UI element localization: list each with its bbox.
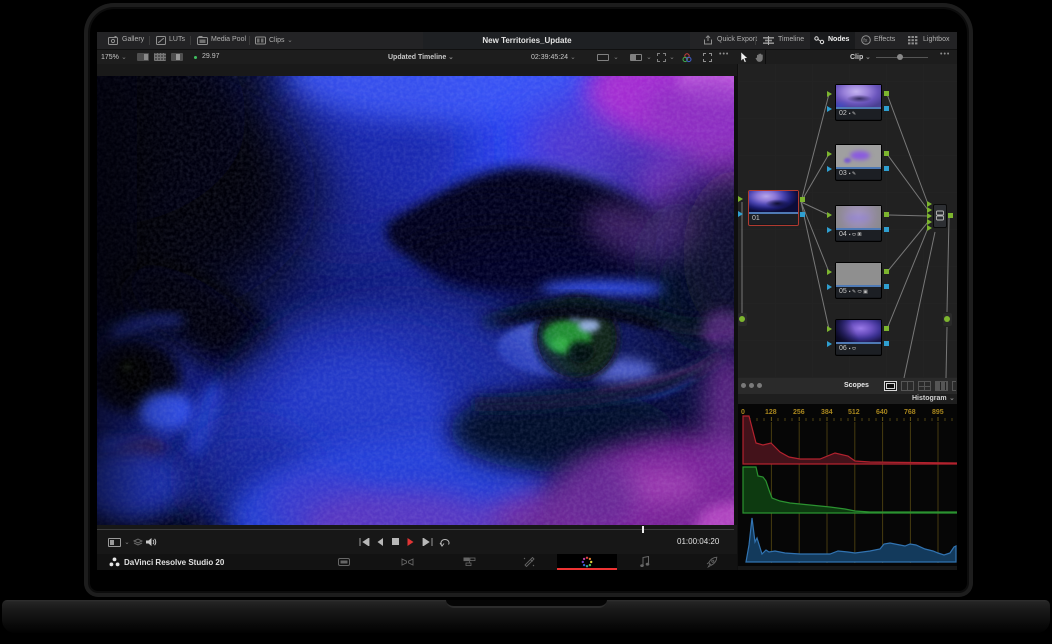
- svg-text:640: 640: [876, 409, 888, 416]
- svg-text:256: 256: [793, 409, 805, 416]
- svg-text:768: 768: [904, 409, 916, 416]
- svg-text:128: 128: [765, 409, 777, 416]
- svg-text:fx: fx: [863, 38, 868, 44]
- svg-text:512: 512: [848, 409, 860, 416]
- svg-text:0: 0: [741, 409, 745, 416]
- svg-text:384: 384: [821, 409, 833, 416]
- svg-text:895: 895: [932, 409, 944, 416]
